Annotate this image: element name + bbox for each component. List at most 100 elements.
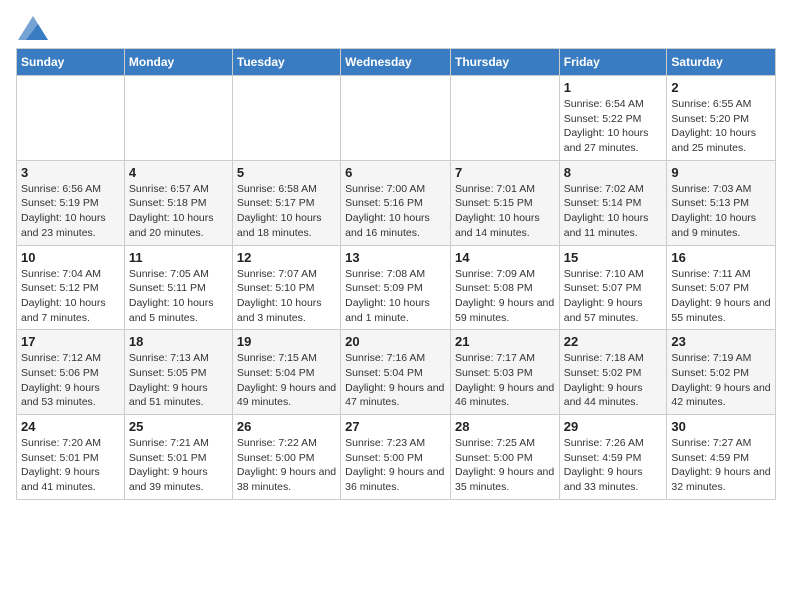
day-number: 17 [21,334,120,349]
day-number: 9 [671,165,771,180]
calendar-cell: 14 Sunrise: 7:09 AM Sunset: 5:08 PM Dayli… [450,245,559,330]
day-number: 22 [564,334,663,349]
day-number: 29 [564,419,663,434]
day-info: Sunrise: 7:09 AM Sunset: 5:08 PM Dayligh… [455,267,555,326]
weekday-header: Thursday [450,49,559,76]
day-info: Sunrise: 7:02 AM Sunset: 5:14 PM Dayligh… [564,182,663,241]
calendar-cell: 26 Sunrise: 7:22 AM Sunset: 5:00 PM Dayli… [232,415,340,500]
calendar-cell [341,76,451,161]
day-number: 20 [345,334,446,349]
day-number: 8 [564,165,663,180]
day-info: Sunrise: 7:26 AM Sunset: 4:59 PM Dayligh… [564,436,663,495]
day-info: Sunrise: 7:01 AM Sunset: 5:15 PM Dayligh… [455,182,555,241]
weekday-header: Monday [124,49,232,76]
weekday-header: Tuesday [232,49,340,76]
calendar: SundayMondayTuesdayWednesdayThursdayFrid… [16,48,776,500]
logo-icon [18,16,48,40]
day-number: 10 [21,250,120,265]
calendar-cell: 20 Sunrise: 7:16 AM Sunset: 5:04 PM Dayli… [341,330,451,415]
calendar-cell: 29 Sunrise: 7:26 AM Sunset: 4:59 PM Dayli… [559,415,667,500]
day-info: Sunrise: 7:08 AM Sunset: 5:09 PM Dayligh… [345,267,446,326]
calendar-cell [124,76,232,161]
calendar-cell: 11 Sunrise: 7:05 AM Sunset: 5:11 PM Dayli… [124,245,232,330]
day-number: 21 [455,334,555,349]
calendar-cell: 7 Sunrise: 7:01 AM Sunset: 5:15 PM Daylig… [450,160,559,245]
day-info: Sunrise: 7:13 AM Sunset: 5:05 PM Dayligh… [129,351,228,410]
calendar-cell: 1Sunrise: 6:54 AM Sunset: 5:22 PM Daylig… [559,76,667,161]
day-info: Sunrise: 7:21 AM Sunset: 5:01 PM Dayligh… [129,436,228,495]
day-number: 19 [237,334,336,349]
calendar-cell: 19 Sunrise: 7:15 AM Sunset: 5:04 PM Dayli… [232,330,340,415]
day-info: Sunrise: 7:12 AM Sunset: 5:06 PM Dayligh… [21,351,120,410]
calendar-cell [450,76,559,161]
day-number: 12 [237,250,336,265]
day-number: 28 [455,419,555,434]
calendar-cell: 23Sunrise: 7:19 AM Sunset: 5:02 PM Dayli… [667,330,776,415]
day-info: Sunrise: 7:15 AM Sunset: 5:04 PM Dayligh… [237,351,336,410]
weekday-header: Saturday [667,49,776,76]
calendar-cell: 6 Sunrise: 7:00 AM Sunset: 5:16 PM Daylig… [341,160,451,245]
day-number: 14 [455,250,555,265]
day-number: 30 [671,419,771,434]
calendar-cell: 28Sunrise: 7:25 AM Sunset: 5:00 PM Dayli… [450,415,559,500]
day-info: Sunrise: 7:23 AM Sunset: 5:00 PM Dayligh… [345,436,446,495]
day-info: Sunrise: 6:57 AM Sunset: 5:18 PM Dayligh… [129,182,228,241]
calendar-cell: 2 Sunrise: 6:55 AM Sunset: 5:20 PM Daylig… [667,76,776,161]
calendar-cell: 22 Sunrise: 7:18 AM Sunset: 5:02 PM Dayli… [559,330,667,415]
day-number: 15 [564,250,663,265]
day-number: 13 [345,250,446,265]
calendar-cell: 4 Sunrise: 6:57 AM Sunset: 5:18 PM Daylig… [124,160,232,245]
day-info: Sunrise: 6:58 AM Sunset: 5:17 PM Dayligh… [237,182,336,241]
calendar-cell: 17 Sunrise: 7:12 AM Sunset: 5:06 PM Dayli… [17,330,125,415]
calendar-cell: 24Sunrise: 7:20 AM Sunset: 5:01 PM Dayli… [17,415,125,500]
day-number: 4 [129,165,228,180]
day-info: Sunrise: 7:22 AM Sunset: 5:00 PM Dayligh… [237,436,336,495]
calendar-week-row: 3 Sunrise: 6:56 AM Sunset: 5:19 PM Daylig… [17,160,776,245]
day-number: 6 [345,165,446,180]
day-info: Sunrise: 7:05 AM Sunset: 5:11 PM Dayligh… [129,267,228,326]
calendar-cell: 9Sunrise: 7:03 AM Sunset: 5:13 PM Daylig… [667,160,776,245]
day-number: 25 [129,419,228,434]
calendar-cell: 18 Sunrise: 7:13 AM Sunset: 5:05 PM Dayli… [124,330,232,415]
calendar-cell: 30 Sunrise: 7:27 AM Sunset: 4:59 PM Dayli… [667,415,776,500]
calendar-week-row: 1Sunrise: 6:54 AM Sunset: 5:22 PM Daylig… [17,76,776,161]
logo [16,16,48,40]
day-info: Sunrise: 7:00 AM Sunset: 5:16 PM Dayligh… [345,182,446,241]
day-number: 24 [21,419,120,434]
day-number: 26 [237,419,336,434]
calendar-cell [232,76,340,161]
day-info: Sunrise: 7:04 AM Sunset: 5:12 PM Dayligh… [21,267,120,326]
day-info: Sunrise: 6:55 AM Sunset: 5:20 PM Dayligh… [671,97,771,156]
calendar-week-row: 24Sunrise: 7:20 AM Sunset: 5:01 PM Dayli… [17,415,776,500]
day-info: Sunrise: 7:07 AM Sunset: 5:10 PM Dayligh… [237,267,336,326]
day-number: 16 [671,250,771,265]
calendar-week-row: 10 Sunrise: 7:04 AM Sunset: 5:12 PM Dayli… [17,245,776,330]
day-number: 7 [455,165,555,180]
day-number: 2 [671,80,771,95]
day-info: Sunrise: 7:16 AM Sunset: 5:04 PM Dayligh… [345,351,446,410]
calendar-cell [17,76,125,161]
day-number: 1 [564,80,663,95]
day-info: Sunrise: 7:18 AM Sunset: 5:02 PM Dayligh… [564,351,663,410]
weekday-header: Wednesday [341,49,451,76]
page-header [16,16,776,40]
day-info: Sunrise: 7:17 AM Sunset: 5:03 PM Dayligh… [455,351,555,410]
day-number: 23 [671,334,771,349]
calendar-cell: 27Sunrise: 7:23 AM Sunset: 5:00 PM Dayli… [341,415,451,500]
weekday-header: Friday [559,49,667,76]
day-info: Sunrise: 7:10 AM Sunset: 5:07 PM Dayligh… [564,267,663,326]
day-number: 5 [237,165,336,180]
calendar-cell: 25 Sunrise: 7:21 AM Sunset: 5:01 PM Dayli… [124,415,232,500]
day-info: Sunrise: 6:56 AM Sunset: 5:19 PM Dayligh… [21,182,120,241]
calendar-cell: 21 Sunrise: 7:17 AM Sunset: 5:03 PM Dayli… [450,330,559,415]
day-info: Sunrise: 7:11 AM Sunset: 5:07 PM Dayligh… [671,267,771,326]
day-number: 11 [129,250,228,265]
calendar-cell: 13 Sunrise: 7:08 AM Sunset: 5:09 PM Dayli… [341,245,451,330]
calendar-cell: 16 Sunrise: 7:11 AM Sunset: 5:07 PM Dayli… [667,245,776,330]
calendar-cell: 12 Sunrise: 7:07 AM Sunset: 5:10 PM Dayli… [232,245,340,330]
day-number: 3 [21,165,120,180]
calendar-cell: 5 Sunrise: 6:58 AM Sunset: 5:17 PM Daylig… [232,160,340,245]
calendar-cell: 8 Sunrise: 7:02 AM Sunset: 5:14 PM Daylig… [559,160,667,245]
day-info: Sunrise: 7:27 AM Sunset: 4:59 PM Dayligh… [671,436,771,495]
day-number: 18 [129,334,228,349]
